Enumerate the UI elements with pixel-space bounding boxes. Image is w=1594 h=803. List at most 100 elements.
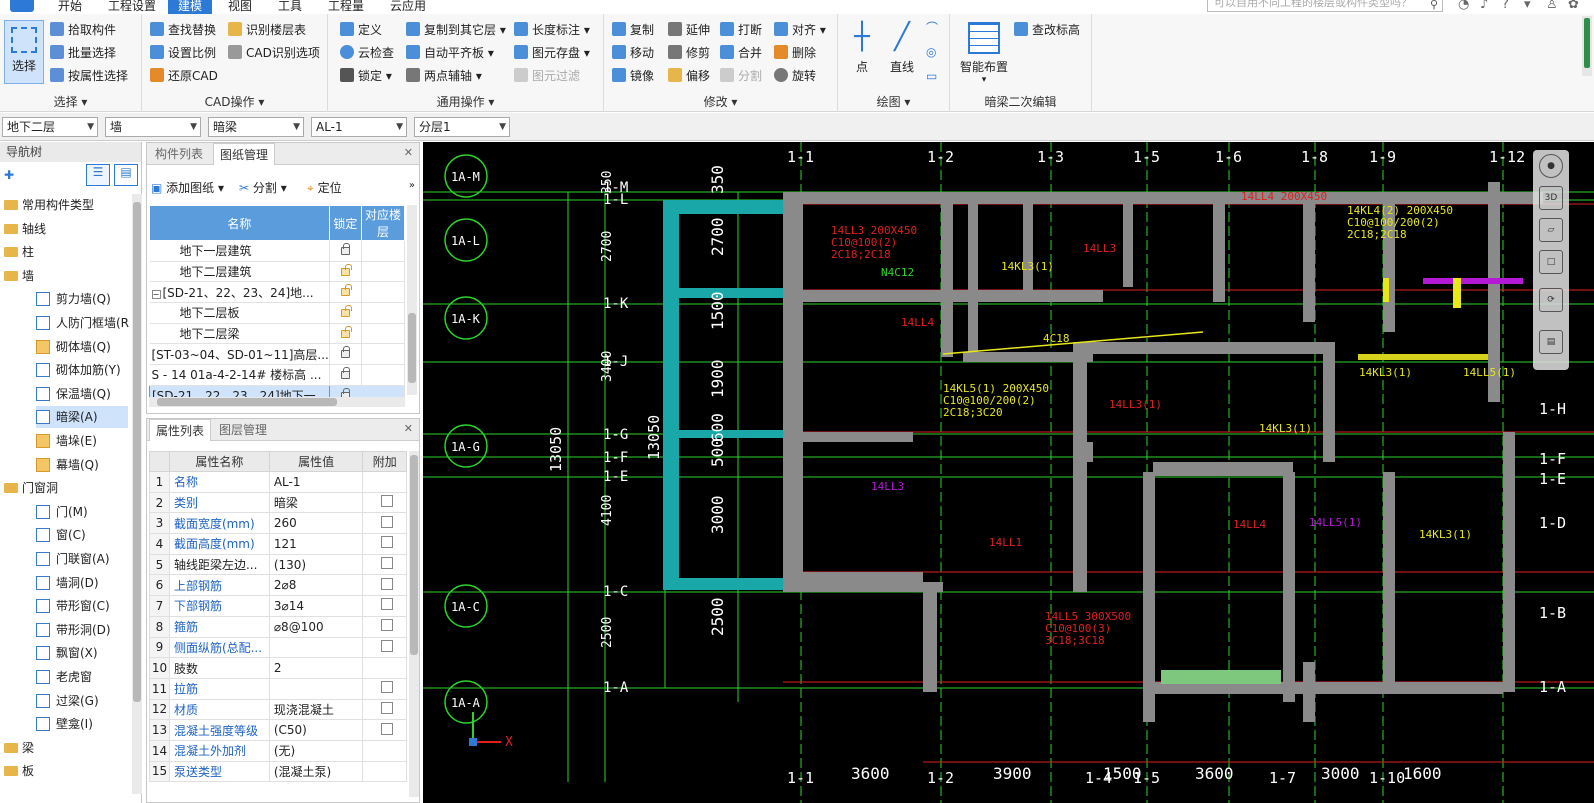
search-icon[interactable]: ⚲ bbox=[1430, 0, 1438, 13]
cad-canvas[interactable]: 1-1 1-2 1-3 1-5 1-6 1-8 1-9 1-12 1-1 1-2 1-4 1-5 1-7… bbox=[423, 142, 1594, 803]
select-by-property-button[interactable]: 按属性选择 bbox=[50, 66, 128, 86]
rotate-view-icon[interactable]: ⟳ bbox=[1539, 288, 1563, 312]
length-dim-button[interactable]: 长度标注 ▾ bbox=[514, 20, 590, 40]
merge-button[interactable]: 合并 bbox=[720, 43, 762, 63]
drawing-scroll-thumb[interactable] bbox=[408, 313, 416, 383]
tree-item[interactable]: 墙洞(D) bbox=[36, 572, 99, 594]
property-row[interactable]: 7 下部钢筋 3⌀14 bbox=[149, 595, 407, 617]
edit-elevation-button[interactable]: 查改标高 bbox=[1014, 20, 1080, 40]
nav-tree-scroll-thumb[interactable] bbox=[133, 202, 141, 702]
property-value[interactable] bbox=[268, 636, 364, 659]
set-scale-button[interactable]: 设置比例 bbox=[150, 43, 216, 63]
feedback-icon[interactable]: ▾ bbox=[1524, 0, 1531, 12]
property-value[interactable]: 260 bbox=[268, 512, 364, 535]
drawing-hscrollbar[interactable] bbox=[149, 397, 405, 407]
tab-start[interactable]: 开始 bbox=[48, 0, 92, 14]
table-row[interactable]: − [SD-21、22、23、24]地... bbox=[149, 281, 406, 304]
app-logo[interactable] bbox=[10, 0, 34, 12]
rect-button[interactable]: ▭ bbox=[926, 66, 937, 86]
locate-button[interactable]: ⌖ 定位 bbox=[307, 176, 342, 200]
drawing-scrollbar[interactable] bbox=[407, 205, 417, 395]
table-row[interactable]: 地下一层建筑 bbox=[149, 240, 406, 262]
floor-select[interactable]: 地下二层 ▼ bbox=[2, 117, 98, 137]
lock-icon[interactable] bbox=[340, 366, 350, 379]
cad-drawing[interactable]: 1-1 1-2 1-3 1-5 1-6 1-8 1-9 1-121-1 1-2 1-4 1-5 1-7… bbox=[423, 142, 1594, 803]
tree-item[interactable]: 剪力墙(Q) bbox=[36, 288, 111, 310]
floor-cell[interactable] bbox=[361, 302, 406, 324]
drawing-hscroll-thumb[interactable] bbox=[157, 398, 337, 406]
auto-align-slab-button[interactable]: 自动平齐板 ▾ bbox=[406, 43, 494, 63]
break-button[interactable]: 打断 bbox=[720, 20, 762, 40]
line-button[interactable]: ╱ 直线 bbox=[886, 22, 918, 75]
attach-checkbox[interactable] bbox=[380, 536, 393, 549]
more-icon[interactable]: » bbox=[409, 180, 415, 191]
sphere-view-icon[interactable]: ● bbox=[1539, 154, 1563, 178]
offset-button[interactable]: 偏移 bbox=[668, 66, 710, 86]
property-row[interactable]: 12 材质 现浇混凝土 bbox=[149, 698, 407, 721]
attach-checkbox[interactable] bbox=[380, 681, 393, 694]
arc-button[interactable]: ⌒ bbox=[926, 18, 938, 38]
attach-checkbox[interactable] bbox=[380, 619, 393, 632]
grid-view-icon[interactable]: ▤ bbox=[114, 164, 138, 186]
tab-component-list[interactable]: 构件列表 bbox=[149, 143, 209, 165]
tree-item[interactable]: 门联窗(A) bbox=[36, 548, 110, 570]
attach-checkbox[interactable] bbox=[380, 639, 393, 652]
property-row[interactable]: 8 箍筋 ⌀8@100 bbox=[149, 615, 407, 638]
unlock-icon[interactable] bbox=[340, 304, 352, 317]
copy-button[interactable]: 复制 bbox=[612, 20, 654, 40]
floor-cell[interactable] bbox=[361, 323, 406, 345]
close-icon[interactable]: ✕ bbox=[404, 422, 413, 435]
list-view-icon[interactable]: ☰ bbox=[86, 164, 110, 186]
attach-checkbox[interactable] bbox=[380, 515, 393, 528]
define-button[interactable]: 定义 bbox=[340, 20, 382, 40]
unlock-icon[interactable] bbox=[340, 263, 352, 276]
tree-item[interactable]: 常用构件类型 bbox=[4, 194, 94, 216]
tab-tools[interactable]: 工具 bbox=[268, 0, 312, 14]
align-button[interactable]: 对齐 ▾ bbox=[774, 20, 826, 40]
cloud-check-button[interactable]: 云检查 bbox=[340, 43, 394, 63]
property-value[interactable]: 现浇混凝土 bbox=[268, 698, 364, 721]
lock-icon[interactable] bbox=[340, 242, 350, 255]
tree-item[interactable]: 墙 bbox=[4, 265, 34, 287]
floor-cell[interactable] bbox=[361, 281, 406, 304]
layers-icon[interactable]: ▤ bbox=[1539, 330, 1563, 354]
split-button[interactable]: 分割 bbox=[720, 66, 762, 86]
col-floor[interactable]: 对应楼层 bbox=[360, 205, 406, 241]
rotate-button[interactable]: 旋转 bbox=[774, 66, 816, 86]
property-row[interactable]: 9 侧面纵筋(总配... bbox=[149, 636, 407, 659]
property-value[interactable]: (无) bbox=[268, 739, 364, 762]
tree-item[interactable]: 壁龛(I) bbox=[36, 713, 93, 735]
tree-item[interactable]: 带形洞(D) bbox=[36, 619, 111, 641]
trim-button[interactable]: 修剪 bbox=[668, 43, 710, 63]
batch-select-button[interactable]: 批量选择 bbox=[50, 43, 116, 63]
col-lock[interactable]: 锁定 bbox=[328, 205, 362, 241]
bell-icon[interactable]: ♪ bbox=[1480, 0, 1488, 12]
copy-to-floor-button[interactable]: 复制到其它层 ▾ bbox=[406, 20, 506, 40]
property-value[interactable]: 暗梁 bbox=[268, 491, 364, 514]
select-group-label[interactable]: 选择 ▾ bbox=[0, 93, 141, 110]
tree-item[interactable]: 过梁(G) bbox=[36, 690, 99, 712]
shirt-icon[interactable]: ♙ bbox=[1546, 0, 1558, 12]
help-search-input[interactable]: 可以自用不同工程的楼层或构件类型吗？ ⚲ bbox=[1207, 0, 1443, 12]
select-button[interactable]: 选择 bbox=[4, 20, 44, 84]
smart-place-button[interactable]: 智能布置 ▾ bbox=[956, 22, 1012, 85]
tab-layer-management[interactable]: 图层管理 bbox=[213, 419, 273, 441]
property-value[interactable]: ⌀8@100 bbox=[268, 615, 364, 638]
type-select[interactable]: 暗梁 ▼ bbox=[208, 117, 304, 137]
table-row[interactable]: 地下二层建筑 bbox=[149, 261, 406, 283]
tree-item[interactable]: 老虎窗 bbox=[36, 666, 92, 688]
property-value[interactable]: (C50) bbox=[268, 719, 364, 741]
attach-checkbox[interactable] bbox=[380, 701, 393, 714]
pick-component-button[interactable]: 拾取构件 bbox=[50, 20, 116, 40]
smart-place-dropdown-icon[interactable]: ▾ bbox=[956, 75, 1012, 85]
tree-item[interactable]: 板 bbox=[4, 760, 34, 782]
attach-checkbox[interactable] bbox=[380, 495, 393, 508]
identify-floor-table-button[interactable]: 识别楼层表 bbox=[228, 20, 306, 40]
attach-checkbox[interactable] bbox=[380, 598, 393, 611]
category-select[interactable]: 墙 ▼ bbox=[105, 117, 201, 137]
unlock-icon[interactable] bbox=[340, 284, 352, 297]
tree-item[interactable]: 带形窗(C) bbox=[36, 595, 110, 617]
move-button[interactable]: 移动 bbox=[612, 43, 654, 63]
mirror-button[interactable]: 镜像 bbox=[612, 66, 654, 86]
element-filter-button[interactable]: 图元过滤 bbox=[514, 66, 580, 86]
